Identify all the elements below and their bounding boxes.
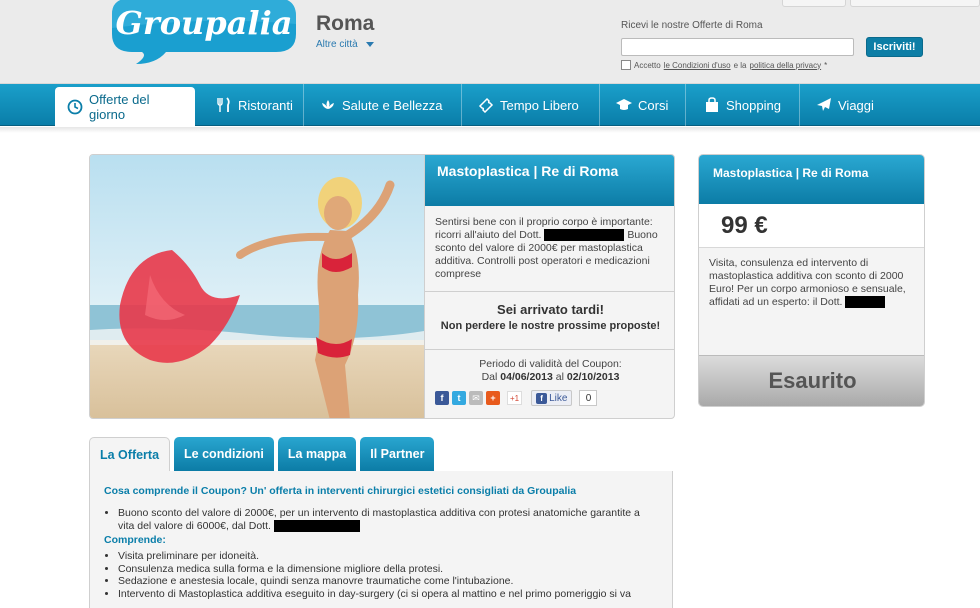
sold-out-button[interactable]: Esaurito	[699, 355, 924, 406]
coupon-question: Cosa comprende il Coupon? Un' offerta in…	[104, 485, 577, 497]
terms-row: Accetto le Condizioni d'uso e la politic…	[621, 60, 827, 70]
graduation-cap-icon	[616, 97, 632, 113]
like-label: Like	[549, 392, 568, 404]
privacy-link[interactable]: politica della privacy	[750, 61, 822, 70]
coupon-main-list: Buono sconto del valore di 2000€, per un…	[118, 507, 658, 532]
nav-item-label: Salute e Bellezza	[342, 97, 443, 113]
late-title: Sei arrivato tardi!	[497, 302, 604, 317]
side-description: Visita, consulenza ed intervento di mast…	[699, 248, 924, 355]
terms-link[interactable]: le Condizioni d'uso	[664, 61, 731, 70]
redacted-name	[845, 296, 886, 309]
coupon-validity: Periodo di validità del Coupon: Dal 04/0…	[425, 350, 674, 384]
tab-content: Cosa comprende il Coupon? Un' offerta in…	[89, 471, 673, 608]
chevron-down-icon	[365, 42, 374, 47]
other-cities-label: Altre città	[316, 39, 358, 50]
shopping-bag-icon	[704, 97, 720, 113]
validity-to: 02/10/2013	[566, 371, 620, 383]
list-item: Sedazione e anestesia locale, quindi sen…	[118, 575, 658, 588]
deal-info-panel: Mastoplastica | Re di Roma Sentirsi bene…	[424, 155, 674, 418]
email-icon[interactable]: ✉	[469, 391, 483, 405]
list-item: Visita preliminare per idoneità.	[118, 550, 658, 563]
top-tab[interactable]	[782, 0, 846, 7]
site-header: Groupalia Roma Altre città Ricevi le nos…	[0, 0, 980, 84]
nav-item-label: Tempo Libero	[500, 97, 579, 113]
nav-item-ristoranti[interactable]: Ristoranti	[204, 84, 304, 126]
sold-out-notice: Sei arrivato tardi! Non perdere le nostr…	[425, 292, 674, 350]
bullet-text: Buono sconto del valore di 2000€, per un…	[118, 507, 640, 532]
nav-item-tempo-libero[interactable]: Tempo Libero	[466, 84, 600, 126]
validity-dates: Dal 04/06/2013 al 02/10/2013	[425, 371, 674, 384]
terms-suffix: *	[824, 60, 828, 70]
other-cities-dropdown[interactable]: Altre città	[316, 39, 374, 50]
terms-middle: e la	[733, 60, 747, 70]
nav-item-label: Offerte del giorno	[89, 92, 150, 122]
nav-item-shopping[interactable]: Shopping	[692, 84, 800, 126]
nav-item-label: Corsi	[638, 97, 669, 113]
deal-box: Mastoplastica | Re di Roma Sentirsi bene…	[89, 154, 675, 419]
newsletter-email-input[interactable]	[621, 38, 854, 56]
validity-label: Periodo di validità del Coupon:	[479, 358, 622, 370]
facebook-like-button[interactable]: f Like	[531, 390, 573, 406]
tab-le-condizioni[interactable]: Le condizioni	[174, 437, 274, 471]
facebook-icon: f	[536, 392, 548, 404]
list-item: Buono sconto del valore di 2000€, per un…	[118, 507, 658, 532]
nav-item-label: Shopping	[726, 97, 781, 113]
nav-item-viaggi[interactable]: Viaggi	[804, 84, 894, 126]
terms-prefix: Accetto	[634, 60, 661, 70]
list-item: Intervento di Mastoplastica additiva ese…	[118, 588, 658, 601]
deal-image[interactable]	[90, 155, 424, 419]
facebook-icon[interactable]: f	[435, 391, 449, 405]
list-item: Consulenza medica sulla forma e la dimen…	[118, 563, 658, 576]
airplane-icon	[816, 97, 832, 113]
late-subtitle: Non perdere le nostre prossime proposte!	[440, 320, 661, 332]
top-utility-tabs	[782, 0, 980, 7]
tab-la-offerta[interactable]: La Offerta	[89, 437, 171, 472]
logo-text: Groupalia	[116, 4, 293, 42]
header-shadow	[0, 127, 980, 133]
deal-title: Mastoplastica | Re di Roma	[425, 155, 674, 206]
nav-item-corsi[interactable]: Corsi	[604, 84, 686, 126]
top-tab[interactable]	[850, 0, 980, 7]
cutlery-icon	[216, 97, 232, 113]
newsletter-title: Ricevi le nostre Offerte di Roma	[621, 20, 763, 31]
tab-la-mappa[interactable]: La mappa	[277, 437, 357, 471]
google-plus-button[interactable]: +1	[507, 391, 523, 405]
share-plus-icon[interactable]: +	[486, 391, 500, 405]
nav-item-offerte[interactable]: Offerte del giorno	[55, 87, 195, 127]
nav-item-label: Viaggi	[838, 97, 874, 113]
terms-checkbox[interactable]	[621, 60, 631, 70]
side-title: Mastoplastica | Re di Roma	[699, 155, 924, 204]
ticket-icon	[478, 97, 494, 113]
includes-list: Visita preliminare per idoneità. Consule…	[118, 550, 658, 600]
social-share-bar: f t ✉ + +1 f Like 0	[435, 390, 598, 406]
validity-from: 04/06/2013	[500, 371, 553, 383]
nav-item-label: Ristoranti	[238, 97, 293, 113]
redacted-name	[544, 229, 625, 242]
includes-heading: Comprende:	[104, 534, 166, 546]
twitter-icon[interactable]: t	[452, 391, 466, 405]
offer-tabs: La Offerta Le condizioni La mappa Il Par…	[89, 437, 435, 472]
validity-middle: al	[555, 371, 564, 383]
clock-icon	[67, 99, 83, 115]
subscribe-button[interactable]: Iscriviti!	[866, 37, 923, 57]
main-navigation: Offerte del giorno Ristoranti Salute e B…	[0, 84, 980, 127]
validity-prefix: Dal	[481, 371, 498, 383]
current-city: Roma	[316, 12, 375, 35]
price: 99 €	[699, 204, 924, 248]
lotus-icon	[320, 97, 336, 113]
groupalia-logo[interactable]: Groupalia	[106, 0, 300, 66]
nav-item-salute[interactable]: Salute e Bellezza	[308, 84, 462, 126]
like-count: 0	[579, 390, 598, 406]
deal-description: Sentirsi bene con il proprio corpo è imp…	[425, 206, 674, 292]
tab-il-partner[interactable]: Il Partner	[360, 437, 435, 471]
redacted-name	[273, 519, 360, 532]
side-deal-box: Mastoplastica | Re di Roma 99 € Visita, …	[698, 154, 925, 407]
